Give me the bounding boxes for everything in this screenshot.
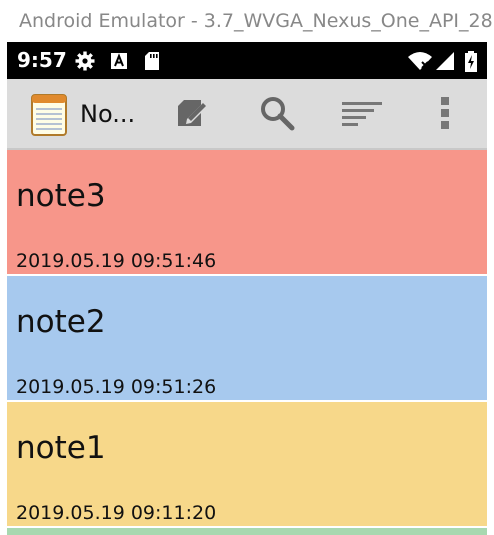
edit-icon (175, 97, 209, 133)
note-title: note1 (16, 430, 106, 466)
list-item[interactable]: note2 2019.05.19 09:51:26 (7, 276, 487, 402)
window-title: Android Emulator - 3.7_WVGA_Nexus_One_AP… (0, 0, 494, 42)
wifi-icon (407, 51, 433, 71)
note-date: 2019.05.19 09:51:46 (16, 250, 217, 272)
sort-icon (340, 99, 384, 131)
note-date: 2019.05.19 09:11:20 (16, 502, 217, 524)
notepad-app-icon (31, 94, 67, 136)
search-icon (259, 95, 295, 135)
overflow-menu-icon (440, 96, 450, 134)
note-title: note3 (16, 178, 106, 214)
note-date: 2019.05.19 09:51:26 (16, 376, 217, 398)
sort-button[interactable] (338, 91, 386, 139)
next-list-item-edge[interactable] (7, 528, 487, 535)
battery-icon (464, 51, 478, 72)
list-item[interactable]: note1 2019.05.19 09:11:20 (7, 402, 487, 528)
list-item[interactable]: note3 2019.05.19 09:51:46 (7, 150, 487, 276)
search-button[interactable] (253, 91, 301, 139)
sd-card-icon (143, 51, 163, 71)
a-icon (110, 51, 130, 71)
status-time: 9:57 (17, 48, 67, 72)
action-bar: No... (7, 79, 487, 150)
emulator-screen: 9:57 No... note3 2019.05.19 09:51:46 not… (7, 42, 487, 535)
status-bar: 9:57 (7, 42, 487, 79)
notes-list: note3 2019.05.19 09:51:46 note2 2019.05.… (7, 150, 487, 528)
note-title: note2 (16, 304, 106, 340)
app-title: No... (80, 100, 136, 128)
signal-icon (435, 51, 455, 71)
gear-icon (75, 51, 95, 71)
new-note-button[interactable] (168, 91, 216, 139)
overflow-menu-button[interactable] (421, 91, 469, 139)
